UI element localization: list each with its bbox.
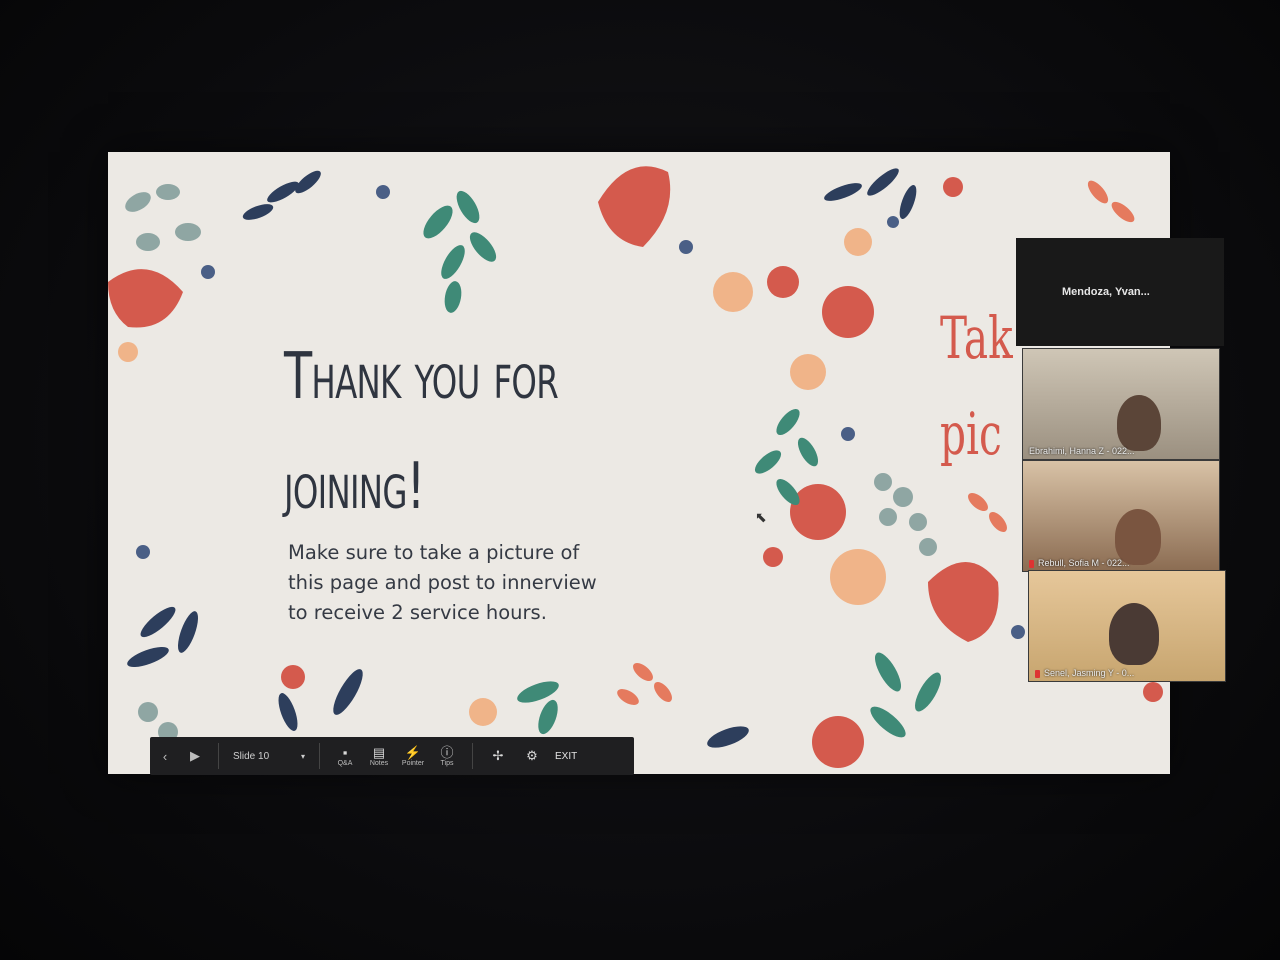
chat-icon: ▪ <box>342 744 348 760</box>
toolbar-divider <box>218 743 219 769</box>
participant-video <box>1117 395 1161 451</box>
toolbar-divider <box>472 743 473 769</box>
slide-selector[interactable]: Slide 10 ▾ <box>227 751 311 762</box>
participant-video <box>1109 603 1159 665</box>
tips-label: Tips <box>440 759 454 767</box>
exit-button[interactable]: EXIT <box>555 751 577 762</box>
active-speaker-tile[interactable]: Mendoza, Yvan... <box>1016 238 1224 346</box>
qa-button[interactable]: ▪ Q&A <box>328 737 362 775</box>
slide-title: Thank you for joining! <box>284 322 586 542</box>
tips-button[interactable]: ⓘ Tips <box>430 737 464 775</box>
next-slide-peek: Tak pic <box>940 290 1013 482</box>
gear-icon: ⚙ <box>526 748 538 763</box>
mic-muted-icon <box>1035 669 1040 678</box>
slide-body-text: Make sure to take a picture of this page… <box>288 541 597 624</box>
chevron-left-icon: ‹ <box>162 748 168 764</box>
slide-title-line-1: Thank you for <box>284 340 559 414</box>
presentation-slide: Thank you for joining! Make sure to take… <box>108 152 1170 774</box>
participant-name-text: Rebull, Sofia M - 022... <box>1038 558 1130 568</box>
slide-title-line-2: joining! <box>284 450 425 524</box>
participant-video <box>1115 509 1161 565</box>
notes-icon: ▤ <box>372 744 386 760</box>
exit-fullscreen-button[interactable]: ✢ <box>481 737 515 775</box>
presenter-toolbar: ‹ ▶ Slide 10 ▾ ▪ Q&A ▤ Notes ⚡ Pointer ⓘ… <box>150 737 634 775</box>
monitor-frame: Thank you for joining! Make sure to take… <box>0 0 1280 960</box>
video-gallery-panel: Mendoza, Yvan... Ebrahimi, Hanna Z - 022… <box>1016 238 1226 682</box>
qa-label: Q&A <box>337 759 353 767</box>
pointer-button[interactable]: ⚡ Pointer <box>396 737 430 775</box>
caret-down-icon: ▾ <box>300 751 305 761</box>
previous-slide-button[interactable]: ‹ <box>150 737 180 775</box>
slide-selector-label: Slide 10 <box>233 750 270 762</box>
info-icon: ⓘ <box>440 744 454 760</box>
next-slide-button[interactable]: ▶ <box>180 737 210 775</box>
settings-button[interactable]: ⚙ <box>515 737 549 775</box>
participant-name: Senel, Jasming Y - 0... <box>1035 668 1134 678</box>
pointer-label: Pointer <box>401 759 425 767</box>
toolbar-divider <box>319 743 320 769</box>
participant-name: Rebull, Sofia M - 022... <box>1029 558 1130 568</box>
participant-name: Ebrahimi, Hanna Z - 022... <box>1029 446 1135 456</box>
notes-button[interactable]: ▤ Notes <box>362 737 396 775</box>
mouse-cursor-icon: ⬉ <box>755 509 767 525</box>
next-slide-peek-line-1: Tak <box>940 304 1013 372</box>
participant-tile[interactable]: Ebrahimi, Hanna Z - 022... <box>1022 348 1220 460</box>
mic-muted-icon <box>1029 559 1034 568</box>
play-icon: ▶ <box>190 748 200 763</box>
active-speaker-name: Mendoza, Yvan... <box>1062 286 1150 298</box>
collapse-icon: ✢ <box>492 748 504 763</box>
notes-label: Notes <box>369 759 389 767</box>
next-slide-peek-line-2: pic <box>940 400 1002 468</box>
participant-name-text: Senel, Jasming Y - 0... <box>1044 668 1135 678</box>
participant-tile[interactable]: Senel, Jasming Y - 0... <box>1028 570 1226 682</box>
pointer-icon: ⚡ <box>404 744 422 760</box>
participant-tile[interactable]: Rebull, Sofia M - 022... <box>1022 460 1220 572</box>
